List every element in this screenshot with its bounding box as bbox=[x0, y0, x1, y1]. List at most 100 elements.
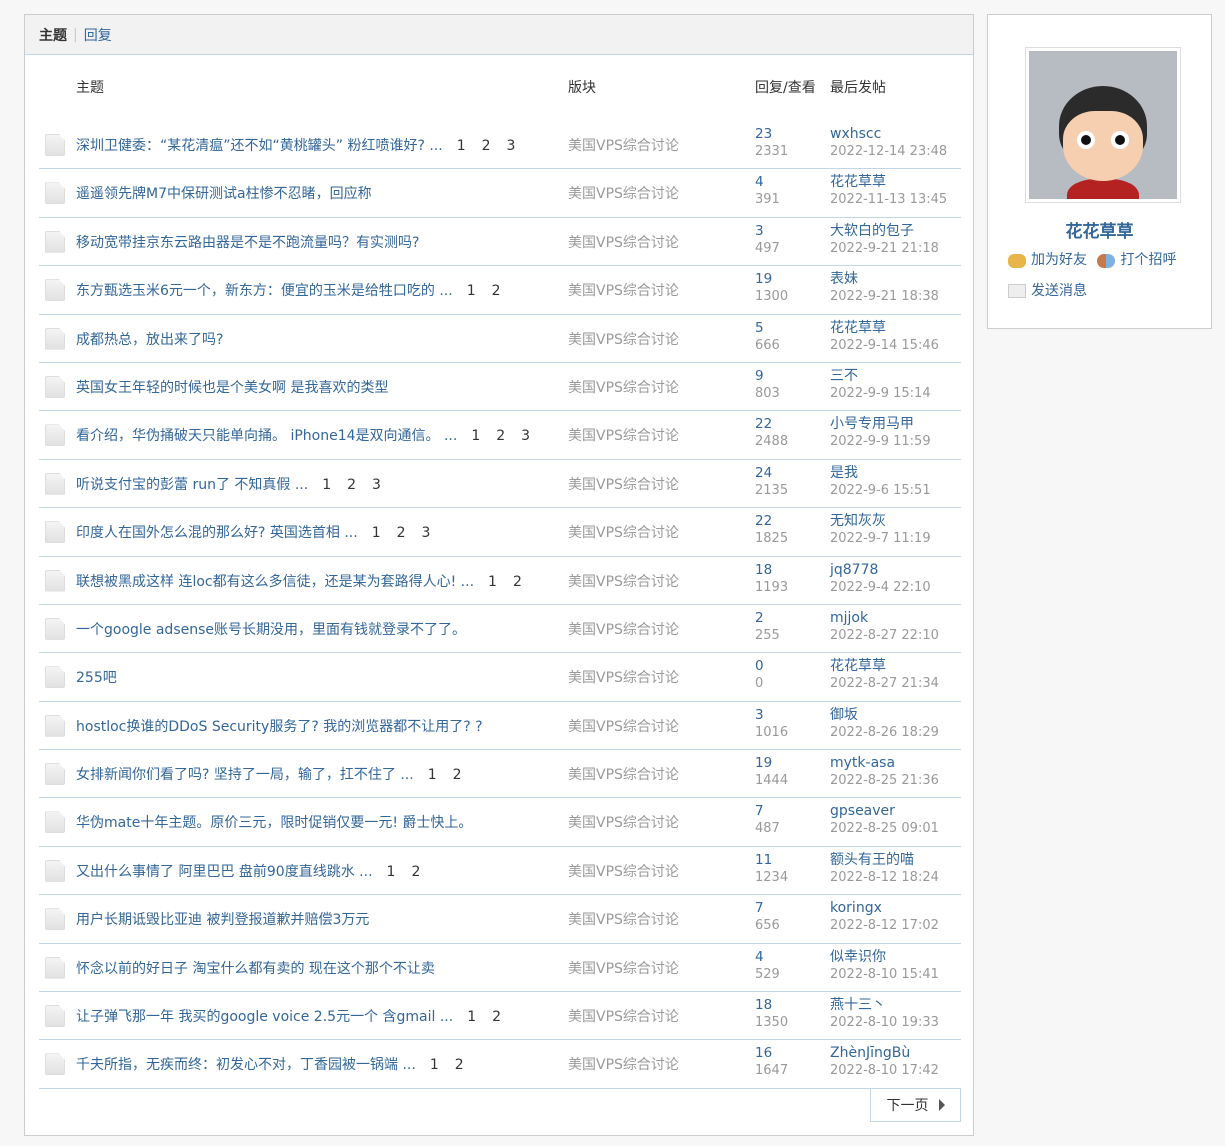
last-post-time[interactable]: 2022-8-10 19:33 bbox=[830, 1014, 939, 1031]
thread-title-link[interactable]: 成都热总，放出来了吗? bbox=[76, 332, 223, 348]
page-link[interactable]: 2 bbox=[482, 138, 491, 154]
last-poster-link[interactable]: 燕十三丶 bbox=[830, 997, 939, 1014]
thread-title-link[interactable]: 听说支付宝的彭蕾 run了 不知真假 ... bbox=[76, 477, 308, 493]
thread-title-link[interactable]: 看介绍，华伪捅破天只能单向捅。 iPhone14是双向通信。 ... bbox=[76, 428, 457, 444]
last-post-time[interactable]: 2022-9-7 11:19 bbox=[830, 530, 931, 547]
last-post-time[interactable]: 2022-9-21 18:38 bbox=[830, 288, 939, 305]
last-poster-link[interactable]: 是我 bbox=[830, 465, 931, 482]
thread-title-link[interactable]: 移动宽带挂京东云路由器是不是不跑流量吗？有实测吗? bbox=[76, 235, 419, 251]
page-link[interactable]: 1 bbox=[488, 574, 497, 590]
forum-link[interactable]: 美国VPS综合讨论 bbox=[568, 522, 679, 542]
last-post-time[interactable]: 2022-9-14 15:46 bbox=[830, 337, 939, 354]
last-poster-link[interactable]: koringx bbox=[830, 900, 939, 917]
reply-count[interactable]: 18 bbox=[755, 997, 788, 1014]
last-post-time[interactable]: 2022-9-21 21:18 bbox=[830, 240, 939, 257]
tab-replies[interactable]: 回复 bbox=[84, 25, 112, 45]
reply-count[interactable]: 7 bbox=[755, 900, 780, 917]
thread-title-link[interactable]: 怀念以前的好日子 淘宝什么都有卖的 现在这个那个不让卖 bbox=[76, 961, 435, 977]
forum-link[interactable]: 美国VPS综合讨论 bbox=[568, 619, 679, 639]
last-poster-link[interactable]: jq8778 bbox=[830, 562, 931, 579]
forum-link[interactable]: 美国VPS综合讨论 bbox=[568, 474, 679, 494]
last-poster-link[interactable]: 表妹 bbox=[830, 271, 939, 288]
thread-title-link[interactable]: 千夫所指，无疾而终：初发心不对，丁香园被一锅端 ... bbox=[76, 1057, 416, 1073]
add-friend-link[interactable]: 加为好友 bbox=[1008, 247, 1087, 274]
reply-count[interactable]: 22 bbox=[755, 513, 788, 530]
reply-count[interactable]: 24 bbox=[755, 465, 788, 482]
page-link[interactable]: 2 bbox=[513, 574, 522, 590]
thread-title-link[interactable]: 又出什么事情了 阿里巴巴 盘前90度直线跳水 ... bbox=[76, 864, 373, 880]
last-post-time[interactable]: 2022-8-12 17:02 bbox=[830, 917, 939, 934]
page-link[interactable]: 2 bbox=[492, 1009, 501, 1025]
forum-link[interactable]: 美国VPS综合讨论 bbox=[568, 1054, 679, 1074]
page-link[interactable]: 2 bbox=[453, 767, 462, 783]
reply-count[interactable]: 9 bbox=[755, 368, 780, 385]
avatar[interactable] bbox=[1025, 47, 1181, 203]
forum-link[interactable]: 美国VPS综合讨论 bbox=[568, 377, 679, 397]
forum-link[interactable]: 美国VPS综合讨论 bbox=[568, 716, 679, 736]
last-poster-link[interactable]: 无知灰灰 bbox=[830, 513, 931, 530]
last-post-time[interactable]: 2022-9-9 11:59 bbox=[830, 433, 931, 450]
thread-title-link[interactable]: 深圳卫健委：“某花清瘟”还不如“黄桃罐头” 粉红喷谁好? ... bbox=[76, 138, 443, 154]
last-post-time[interactable]: 2022-11-13 13:45 bbox=[830, 191, 947, 208]
profile-username[interactable]: 花花草草 bbox=[988, 217, 1211, 242]
next-page-button[interactable]: 下一页 bbox=[870, 1088, 961, 1122]
page-link[interactable]: 3 bbox=[521, 428, 530, 444]
page-link[interactable]: 1 bbox=[428, 767, 437, 783]
forum-link[interactable]: 美国VPS综合讨论 bbox=[568, 909, 679, 929]
thread-title-link[interactable]: 遥遥领先牌M7中保研测试a柱惨不忍睹，回应称 bbox=[76, 186, 372, 202]
last-poster-link[interactable]: mjjok bbox=[830, 610, 939, 627]
last-poster-link[interactable]: 三不 bbox=[830, 368, 931, 385]
forum-link[interactable]: 美国VPS综合讨论 bbox=[568, 183, 679, 203]
tab-topics[interactable]: 主题 bbox=[39, 25, 67, 45]
page-link[interactable]: 2 bbox=[397, 525, 406, 541]
reply-count[interactable]: 11 bbox=[755, 852, 788, 869]
thread-title-link[interactable]: 女排新闻你们看了吗? 坚持了一局，输了，扛不住了 ... bbox=[76, 767, 414, 783]
last-poster-link[interactable]: mytk-asa bbox=[830, 755, 939, 772]
page-link[interactable]: 3 bbox=[422, 525, 431, 541]
reply-count[interactable]: 19 bbox=[755, 271, 788, 288]
page-link[interactable]: 2 bbox=[411, 864, 420, 880]
reply-count[interactable]: 7 bbox=[755, 803, 780, 820]
last-post-time[interactable]: 2022-8-25 21:36 bbox=[830, 772, 939, 789]
forum-link[interactable]: 美国VPS综合讨论 bbox=[568, 812, 679, 832]
thread-title-link[interactable]: 让子弹飞那一年 我买的google voice 2.5元一个 含gmail ..… bbox=[76, 1009, 453, 1025]
last-poster-link[interactable]: 花花草草 bbox=[830, 174, 947, 191]
forum-link[interactable]: 美国VPS综合讨论 bbox=[568, 425, 679, 445]
last-post-time[interactable]: 2022-8-10 17:42 bbox=[830, 1062, 939, 1079]
send-message-link[interactable]: 发送消息 bbox=[1008, 278, 1087, 305]
page-link[interactable]: 1 bbox=[387, 864, 396, 880]
last-poster-link[interactable]: 御坂 bbox=[830, 707, 939, 724]
forum-link[interactable]: 美国VPS综合讨论 bbox=[568, 135, 679, 155]
reply-count[interactable]: 0 bbox=[755, 658, 764, 675]
reply-count[interactable]: 3 bbox=[755, 223, 780, 240]
page-link[interactable]: 2 bbox=[496, 428, 505, 444]
reply-count[interactable]: 5 bbox=[755, 320, 780, 337]
last-post-time[interactable]: 2022-8-10 15:41 bbox=[830, 966, 939, 983]
last-poster-link[interactable]: gpseaver bbox=[830, 803, 939, 820]
forum-link[interactable]: 美国VPS综合讨论 bbox=[568, 329, 679, 349]
forum-link[interactable]: 美国VPS综合讨论 bbox=[568, 571, 679, 591]
page-link[interactable]: 1 bbox=[471, 428, 480, 444]
thread-title-link[interactable]: 英国女王年轻的时候也是个美女啊 是我喜欢的类型 bbox=[76, 380, 388, 396]
forum-link[interactable]: 美国VPS综合讨论 bbox=[568, 667, 679, 687]
page-link[interactable]: 2 bbox=[347, 477, 356, 493]
thread-title-link[interactable]: 华伪mate十年主题。原价三元，限时促销仅要一元! 爵士快上。 bbox=[76, 815, 472, 831]
last-post-time[interactable]: 2022-8-26 18:29 bbox=[830, 724, 939, 741]
thread-title-link[interactable]: hostloc换谁的DDoS Security服务了? 我的浏览器都不让用了? … bbox=[76, 719, 483, 735]
last-poster-link[interactable]: wxhscc bbox=[830, 126, 947, 143]
last-post-time[interactable]: 2022-8-25 09:01 bbox=[830, 820, 939, 837]
last-post-time[interactable]: 2022-8-12 18:24 bbox=[830, 869, 939, 886]
last-poster-link[interactable]: 花花草草 bbox=[830, 658, 939, 675]
page-link[interactable]: 1 bbox=[467, 1009, 476, 1025]
page-link[interactable]: 2 bbox=[492, 283, 501, 299]
last-poster-link[interactable]: 额头有王的喵 bbox=[830, 852, 939, 869]
page-link[interactable]: 1 bbox=[322, 477, 331, 493]
reply-count[interactable]: 18 bbox=[755, 562, 788, 579]
thread-title-link[interactable]: 一个google adsense账号长期没用，里面有钱就登录不了了。 bbox=[76, 622, 466, 638]
reply-count[interactable]: 3 bbox=[755, 707, 788, 724]
reply-count[interactable]: 2 bbox=[755, 610, 780, 627]
page-link[interactable]: 2 bbox=[455, 1057, 464, 1073]
reply-count[interactable]: 19 bbox=[755, 755, 788, 772]
forum-link[interactable]: 美国VPS综合讨论 bbox=[568, 764, 679, 784]
last-poster-link[interactable]: 大软白的包子 bbox=[830, 223, 939, 240]
